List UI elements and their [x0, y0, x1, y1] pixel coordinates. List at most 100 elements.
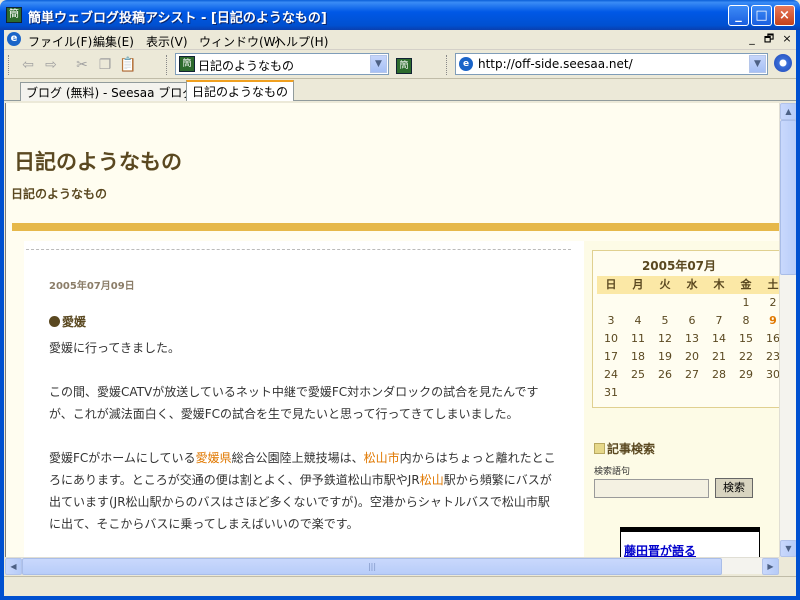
- keyword-link-matsuyama-city[interactable]: 松山市: [364, 451, 400, 465]
- scroll-corner: [779, 557, 796, 574]
- calendar-day: 10: [604, 332, 618, 345]
- menu-file[interactable]: ファイル(F): [28, 33, 92, 50]
- sidebar: 2005年07月 日月火水木金土 1 2 3 4 5 6 7 8 9 10 11 12 13 14 15 16 1…: [584, 241, 779, 557]
- calendar-day: 16: [766, 332, 779, 345]
- post-assist-icon[interactable]: 簡: [396, 58, 412, 74]
- chevron-down-icon[interactable]: ▼: [749, 55, 766, 73]
- forward-icon[interactable]: ⇨: [43, 57, 59, 73]
- calendar-day: 30: [766, 368, 779, 381]
- calendar-day: 27: [685, 368, 699, 381]
- browser-content: 日記のようなもの 日記のようなもの 2005年07月09日 愛媛 愛媛に行ってき…: [5, 103, 779, 557]
- calendar-day: 3: [607, 314, 615, 327]
- calendar-weekday: 月: [624, 276, 652, 294]
- calendar-day: 21: [712, 350, 726, 363]
- toolbar-grip[interactable]: [446, 55, 449, 75]
- calendar-day: 20: [685, 350, 699, 363]
- menu-edit[interactable]: 編集(E): [93, 33, 134, 50]
- horizontal-scroll-thumb[interactable]: |||: [22, 558, 722, 575]
- minimize-button[interactable]: _: [728, 5, 749, 26]
- back-icon[interactable]: ⇦: [20, 57, 36, 73]
- post-date: 2005年07月09日: [49, 281, 135, 292]
- dashed-divider: [26, 249, 571, 250]
- window-title: 簡単ウェブログ投稿アシスト - [日記のようなもの]: [28, 11, 327, 26]
- calendar-weekday: 金: [732, 276, 760, 294]
- scroll-left-icon[interactable]: ◀: [5, 558, 22, 575]
- scroll-right-icon[interactable]: ▶: [762, 558, 779, 575]
- post-paragraph: 愛媛に行ってきました。: [49, 341, 181, 355]
- post-text: 愛媛FCがホームにしている: [49, 451, 196, 465]
- window-frame-bottom: [0, 596, 800, 600]
- ad-link[interactable]: 藤田晋が語る: [624, 542, 696, 557]
- go-icon[interactable]: [774, 54, 792, 72]
- calendar-day: 14: [712, 332, 726, 345]
- calendar-day: 22: [739, 350, 753, 363]
- calendar-day: 11: [631, 332, 645, 345]
- window-title-bar[interactable]: 簡 簡単ウェブログ投稿アシスト - [日記のようなもの] _ □ ×: [0, 0, 800, 30]
- blog-title[interactable]: 日記のようなもの: [14, 146, 182, 176]
- search-heading: 記事検索: [594, 440, 655, 457]
- blog-select[interactable]: 簡 日記のようなもの ▼: [175, 53, 389, 75]
- horizontal-scrollbar[interactable]: ◀ ||| ▶: [5, 557, 779, 575]
- scroll-up-icon[interactable]: ▲: [780, 103, 797, 120]
- scroll-down-icon[interactable]: ▼: [780, 540, 797, 557]
- address-bar[interactable]: e http://off-side.seesaa.net/ ▼: [455, 53, 768, 75]
- maximize-button[interactable]: □: [751, 5, 772, 26]
- keyword-link-ehime[interactable]: 愛媛県: [196, 451, 232, 465]
- vertical-scroll-thumb[interactable]: [780, 120, 797, 275]
- menu-help[interactable]: ヘルプ(H): [274, 33, 328, 50]
- mdi-minimize-icon[interactable]: _: [745, 33, 759, 46]
- toolbar-grip[interactable]: [8, 55, 11, 75]
- close-icon: ×: [779, 8, 790, 23]
- calendar-day: 25: [631, 368, 645, 381]
- mdi-close-icon[interactable]: ×: [780, 33, 794, 46]
- calendar-day: 15: [739, 332, 753, 345]
- calendar-day: 23: [766, 350, 779, 363]
- calendar-day[interactable]: 9: [759, 312, 779, 330]
- tab-blog[interactable]: 日記のようなもの: [186, 80, 295, 101]
- close-button[interactable]: ×: [774, 5, 795, 26]
- calendar-day: 7: [715, 314, 723, 327]
- header-divider: [12, 223, 779, 231]
- blog-favicon: 簡: [179, 56, 195, 72]
- bullet-icon: [49, 316, 60, 327]
- keyword-link-matsuyama[interactable]: 松山: [420, 473, 444, 487]
- calendar: 2005年07月 日月火水木金土 1 2 3 4 5 6 7 8 9 10 11 12 13 14 15 16 1…: [592, 250, 779, 408]
- copy-icon[interactable]: ❐: [97, 57, 113, 73]
- ie-document-icon[interactable]: e: [7, 32, 21, 46]
- calendar-day: 6: [688, 314, 696, 327]
- calendar-day: 8: [742, 314, 750, 327]
- tab-seesaa[interactable]: ブログ (無料) - Seesaa ブログ: [20, 82, 201, 101]
- mdi-restore-icon[interactable]: 🗗: [762, 33, 776, 46]
- post-paragraph: 愛媛FCがホームにしている愛媛県総合公園陸上競技場は、松山市内からはちょっと離れ…: [49, 447, 559, 535]
- chevron-down-icon[interactable]: ▼: [370, 55, 387, 73]
- calendar-day: 2: [769, 296, 777, 309]
- calendar-day: 12: [658, 332, 672, 345]
- post-text: 総合公園陸上競技場は、: [231, 451, 364, 465]
- window-frame-left: [0, 30, 4, 600]
- calendar-day: 13: [685, 332, 699, 345]
- menu-view[interactable]: 表示(V): [146, 33, 188, 50]
- vertical-scrollbar[interactable]: ▲ ▼: [779, 103, 797, 557]
- calendar-day: 4: [634, 314, 642, 327]
- post-title: 愛媛: [49, 313, 86, 330]
- search-button[interactable]: 検索: [715, 478, 753, 498]
- search-heading-text: 記事検索: [607, 442, 656, 456]
- calendar-day: 19: [658, 350, 672, 363]
- calendar-day: 26: [658, 368, 672, 381]
- cut-icon[interactable]: ✂: [74, 57, 90, 73]
- blog-subtitle: 日記のようなもの: [11, 187, 108, 201]
- ie-page-icon: e: [459, 57, 473, 71]
- main-column: 2005年07月09日 愛媛 愛媛に行ってきました。 この間、愛媛CATVが放送…: [24, 241, 584, 557]
- post-body: 愛媛に行ってきました。 この間、愛媛CATVが放送しているネット中継で愛媛FC対…: [49, 337, 559, 557]
- search-input[interactable]: [594, 479, 709, 498]
- menu-window[interactable]: ウィンドウ(W): [199, 33, 280, 50]
- toolbar-grip[interactable]: [166, 55, 169, 75]
- calendar-weekday: 水: [678, 276, 706, 294]
- calendar-weekday: 火: [651, 276, 679, 294]
- blog-select-value: 日記のようなもの: [198, 59, 295, 73]
- tab-bar: ブログ (無料) - Seesaa ブログ 日記のようなもの: [0, 79, 800, 101]
- blog-app-icon[interactable]: 簡: [6, 7, 22, 23]
- calendar-day: 1: [742, 296, 750, 309]
- calendar-day: 24: [604, 368, 618, 381]
- paste-icon[interactable]: 📋: [119, 57, 136, 73]
